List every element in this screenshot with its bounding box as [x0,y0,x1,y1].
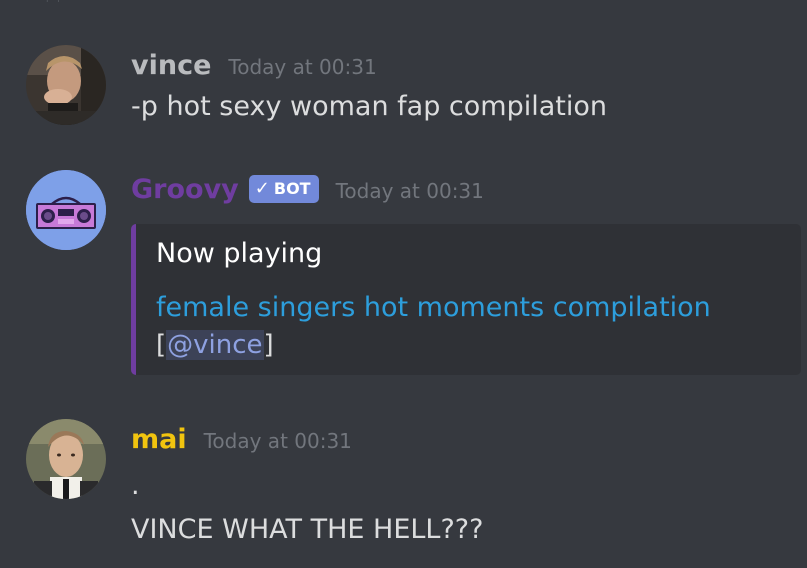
avatar-mai[interactable] [26,419,106,499]
message-content-line-2: VINCE WHAT THE HELL??? [131,514,484,545]
username-groovy[interactable]: Groovy [131,174,239,205]
username-vince[interactable]: vince [131,50,211,81]
timestamp[interactable]: Today at 00:31 [336,179,484,203]
boombox-icon [26,170,106,250]
embed-title: Now playing [156,238,323,269]
username-mai[interactable]: mai [131,424,187,455]
verified-check-icon: ✓ [254,178,270,199]
now-playing-embed: Now playing female singers hot moments c… [131,224,801,375]
timestamp[interactable]: Today at 00:31 [204,429,352,453]
bot-badge: ✓ BOT [248,174,319,203]
user-photo-icon [26,45,106,125]
previous-message-fragment: · · [46,0,63,6]
avatar-vince[interactable] [26,45,106,125]
message-content: -p hot sexy woman fap compilation [131,91,607,122]
bracket-close: ] [263,330,274,360]
song-link[interactable]: female singers hot moments compilation [156,292,711,323]
bracket-open: [ [156,330,167,360]
timestamp[interactable]: Today at 00:31 [228,55,376,79]
avatar-groovy[interactable] [26,170,106,250]
user-mention[interactable]: @vince [166,330,264,360]
requester-line: [@vince] [156,330,274,360]
user-photo-icon [26,419,106,499]
bot-badge-label: BOT [273,179,311,198]
message-content-line-1: . [131,470,140,501]
